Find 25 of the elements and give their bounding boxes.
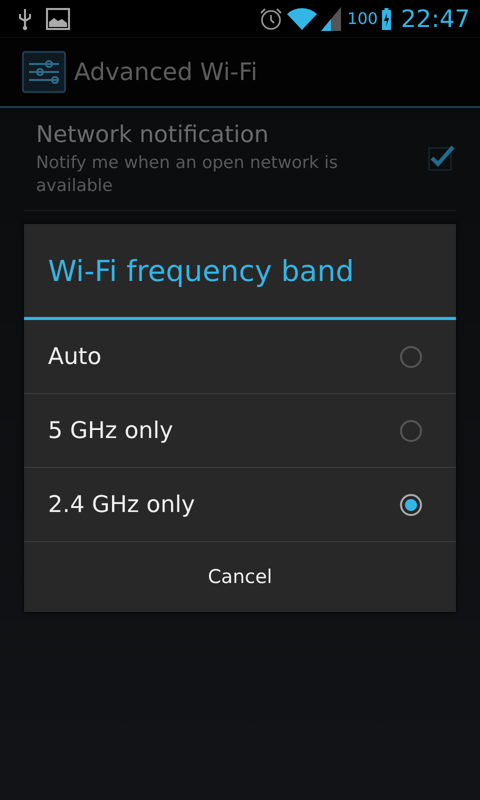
option-row[interactable]: Auto bbox=[24, 320, 456, 394]
clock: 22:47 bbox=[400, 4, 470, 32]
option-label: 2.4 GHz only bbox=[48, 492, 196, 518]
checkbox[interactable] bbox=[426, 143, 456, 173]
option-row[interactable]: 2.4 GHz only bbox=[24, 468, 456, 542]
screen-title: Advanced Wi-Fi bbox=[74, 58, 258, 86]
setting-summary: Notify me when an open network is available bbox=[36, 152, 339, 198]
option-label: Auto bbox=[48, 344, 102, 370]
alarm-icon bbox=[259, 6, 284, 30]
dialog-title: Wi-Fi frequency band bbox=[24, 224, 456, 320]
settings-icon[interactable] bbox=[22, 51, 66, 93]
radio-button[interactable] bbox=[400, 494, 422, 516]
setting-row[interactable]: Network notification Notify me when an open network is available bbox=[24, 118, 456, 211]
cancel-button[interactable]: Cancel bbox=[24, 542, 456, 612]
radio-button[interactable] bbox=[400, 420, 422, 442]
battery-level: 100 bbox=[347, 9, 378, 28]
signal-icon bbox=[321, 6, 342, 30]
option-row[interactable]: 5 GHz only bbox=[24, 394, 456, 468]
usb-icon bbox=[18, 6, 32, 30]
radio-button[interactable] bbox=[400, 346, 422, 368]
battery-icon bbox=[382, 8, 391, 30]
image-icon bbox=[46, 8, 70, 30]
option-label: 5 GHz only bbox=[48, 418, 174, 444]
setting-title: Network notification bbox=[36, 121, 270, 150]
wifi-icon bbox=[287, 8, 318, 30]
